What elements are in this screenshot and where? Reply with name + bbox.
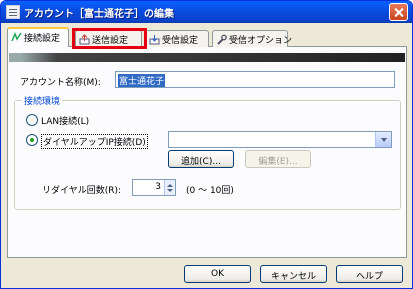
app-icon [6,5,20,19]
wrench-icon [217,34,227,45]
lan-radio[interactable] [26,114,38,126]
receive-icon [149,35,160,45]
close-button[interactable] [389,3,408,21]
connection-icon [11,32,22,42]
account-name-label: アカウント名称(M): [20,78,101,88]
lan-label: LAN接続(L) [41,117,90,127]
spin-arrows-icon[interactable] [164,180,175,195]
connection-group-title: 接続環境 [22,94,63,107]
tab-strip: 接続設定 送信設定 受信設定 受信オプション [7,27,407,47]
tab-label: 接続設定 [24,34,61,44]
tab-receive-options[interactable]: 受信オプション [212,30,292,47]
account-name-input[interactable]: 富士通花子 [115,71,395,88]
edit-button[interactable]: 編集(E)... [245,150,311,168]
tab-label: 受信オプション [229,36,293,46]
account-name-value: 富士通花子 [118,74,166,87]
window-title: アカウント［富士通花子］の編集 [24,9,174,20]
chevron-down-icon[interactable] [375,132,391,147]
dialup-radio[interactable] [26,134,38,146]
title-bar[interactable]: アカウント［富士通花子］の編集 [1,1,412,23]
tab-label: 受信設定 [162,36,199,46]
dialup-connection-select[interactable] [168,131,392,148]
redial-count-stepper[interactable]: 3 [132,179,176,196]
redial-count-label: リダイヤル回数(R): [42,186,122,196]
tab-connection[interactable]: 接続設定 [7,27,69,47]
redial-range-hint: (0 ～ 10回) [186,186,234,196]
account-edit-dialog: アカウント［富士通花子］の編集 接続設定 送信設定 受信設定 受信オプション ア… [0,0,413,289]
redial-count-value: 3 [155,182,161,192]
help-button[interactable]: ヘルプ [336,265,403,283]
header-stripe [9,53,405,62]
send-tab-highlight-box [72,28,147,49]
ok-button[interactable]: OK [184,265,251,283]
add-button[interactable]: 追加(C)... [168,150,234,168]
dialup-label: ダイヤルアップIP接続(D) [41,134,148,149]
tab-receive[interactable]: 受信設定 [145,30,209,47]
cancel-button[interactable]: キャンセル [260,265,327,283]
